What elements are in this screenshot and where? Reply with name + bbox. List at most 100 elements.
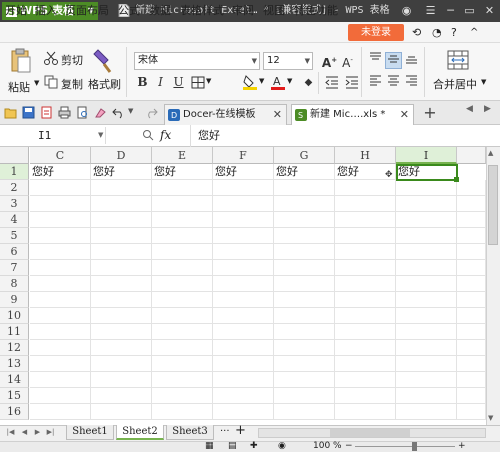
zoom-slider-track[interactable] (355, 446, 455, 447)
column-header-i[interactable]: I (396, 147, 457, 164)
border-icon[interactable] (191, 76, 205, 89)
chevron-down-icon[interactable]: ▼ (206, 77, 211, 85)
grid-cell[interactable] (30, 388, 91, 404)
cell-g1[interactable]: 您好 (274, 164, 335, 180)
row-header-4[interactable]: 4 (0, 212, 29, 228)
scroll-up-icon[interactable]: ▲ (488, 149, 493, 157)
grid-cell[interactable] (274, 180, 335, 196)
grid-cell[interactable] (30, 324, 91, 340)
row-header-13[interactable]: 13 (0, 356, 29, 372)
grid-cell[interactable] (274, 196, 335, 212)
grid-cell[interactable] (396, 244, 457, 260)
menu-insert[interactable]: 插入 (35, 3, 57, 19)
grid-cell[interactable] (213, 308, 274, 324)
grid-cell[interactable] (213, 276, 274, 292)
grid-cell[interactable] (274, 324, 335, 340)
horizontal-scroll-thumb[interactable] (330, 429, 410, 437)
grid-cell[interactable] (30, 228, 91, 244)
grid-cell[interactable] (396, 340, 457, 356)
column-header-f[interactable]: F (213, 147, 274, 164)
grid-cell[interactable] (213, 212, 274, 228)
grid-cell[interactable] (335, 276, 396, 292)
grid-cell[interactable] (30, 260, 91, 276)
close-icon[interactable]: ✕ (273, 105, 282, 125)
cloud-sync-icon[interactable]: ⟲ (412, 26, 425, 39)
grid-cell[interactable] (91, 244, 152, 260)
grid-cell[interactable] (91, 308, 152, 324)
tab-docer-templates[interactable]: D Docer-在线模板 ✕ (164, 104, 287, 125)
add-sheet-button[interactable]: + (235, 423, 246, 439)
grid-cell[interactable] (213, 260, 274, 276)
grid-cell[interactable] (457, 388, 486, 404)
grid-cell[interactable] (152, 340, 213, 356)
grid-cell[interactable] (30, 276, 91, 292)
chevron-down-icon[interactable]: ▼ (98, 131, 103, 139)
grid-cell[interactable] (152, 276, 213, 292)
align-right-icon[interactable] (403, 74, 420, 91)
align-center-icon[interactable] (385, 74, 402, 91)
grid-cell[interactable] (457, 372, 486, 388)
row-header-3[interactable]: 3 (0, 196, 29, 212)
search-icon[interactable] (142, 129, 154, 141)
name-box[interactable]: I1 (8, 127, 106, 144)
column-header-e[interactable]: E (152, 147, 213, 164)
restore-button[interactable]: ▭ (461, 3, 478, 19)
grid-cell[interactable] (152, 388, 213, 404)
grid-cell[interactable] (335, 292, 396, 308)
grid-cell[interactable] (274, 260, 335, 276)
grid-cell[interactable] (152, 260, 213, 276)
align-bottom-icon[interactable] (403, 52, 420, 69)
row-header-7[interactable]: 7 (0, 260, 29, 276)
collapse-ribbon-icon[interactable]: ^ (470, 26, 483, 39)
grid-cell[interactable] (457, 340, 486, 356)
tab-current-workbook[interactable]: S 新建 Mic….xls * ✕ (291, 104, 414, 125)
zoom-in-icon[interactable]: + (458, 441, 466, 452)
grid-cell[interactable] (396, 212, 457, 228)
grid-cell[interactable] (91, 260, 152, 276)
grid-cell[interactable] (213, 388, 274, 404)
undo-icon[interactable] (112, 106, 125, 119)
grid-cell[interactable] (91, 324, 152, 340)
more-sheets-button[interactable]: ··· (220, 425, 230, 439)
fill-handle[interactable] (454, 177, 459, 182)
print-preview-icon[interactable] (76, 106, 89, 119)
grid-cell[interactable] (152, 372, 213, 388)
menu-home[interactable]: 开始 (5, 3, 27, 19)
grid-cell[interactable] (335, 228, 396, 244)
format-painter-button[interactable]: 格式刷 (88, 76, 121, 92)
grid-cell[interactable] (152, 356, 213, 372)
font-color-icon[interactable]: A (270, 74, 286, 90)
grid-cell[interactable] (396, 260, 457, 276)
grid-cell[interactable] (91, 276, 152, 292)
copy-icon[interactable] (44, 75, 58, 89)
grid-cell[interactable] (335, 324, 396, 340)
grid-cell[interactable] (30, 244, 91, 260)
save-icon[interactable] (22, 106, 35, 119)
grid-cell[interactable] (213, 372, 274, 388)
grid-cell[interactable] (335, 260, 396, 276)
grid-cell[interactable] (152, 308, 213, 324)
help-icon[interactable]: ? (451, 26, 464, 39)
grid-cell[interactable] (30, 404, 91, 420)
grid-cell[interactable] (213, 228, 274, 244)
grid-cell[interactable] (335, 404, 396, 420)
grid-cell[interactable] (396, 404, 457, 420)
tab-scroll-left-icon[interactable]: ◀ (466, 104, 473, 114)
grid-cell[interactable] (335, 308, 396, 324)
grid-cell[interactable] (457, 356, 486, 372)
prev-sheet-icon[interactable]: ◀ (20, 427, 29, 438)
grid-cell[interactable] (91, 292, 152, 308)
menu-data[interactable]: 数据 (149, 3, 171, 19)
grid-cell[interactable] (335, 372, 396, 388)
grid-cell[interactable] (30, 180, 91, 196)
new-tab-button[interactable]: + (421, 103, 439, 123)
row-header-6[interactable]: 6 (0, 244, 29, 260)
row-header-8[interactable]: 8 (0, 276, 29, 292)
chevron-down-icon[interactable]: ▼ (128, 107, 133, 115)
paste-dropdown-icon[interactable]: ▼ (34, 79, 39, 87)
grid-cell[interactable] (274, 212, 335, 228)
grid-cell[interactable] (457, 196, 486, 212)
align-top-icon[interactable] (367, 52, 384, 69)
grid-cell[interactable] (396, 308, 457, 324)
grid-cell[interactable] (457, 276, 486, 292)
